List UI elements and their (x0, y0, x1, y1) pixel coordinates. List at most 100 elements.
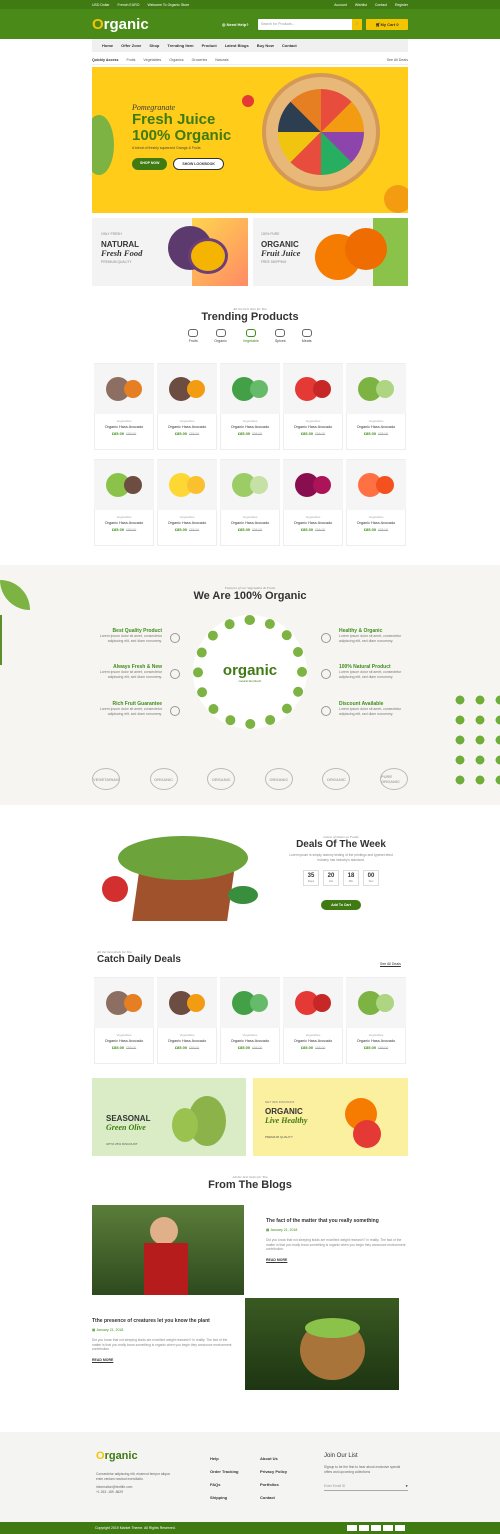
quick-item[interactable]: Organics (169, 58, 183, 62)
product-name[interactable]: Organic Hass Avocado (294, 1039, 333, 1043)
nav-item[interactable]: Latest Blogs (225, 43, 249, 48)
footer-link[interactable]: Contact (260, 1495, 287, 1500)
product-name[interactable]: Organic Hass Avocado (231, 425, 270, 429)
product-image[interactable] (94, 460, 154, 510)
nav-item[interactable]: Trending Item (167, 43, 193, 48)
product-card[interactable]: Vegetables Organic Hass Avocado £85.00 £9… (94, 977, 154, 1064)
footer-link[interactable]: About Us (260, 1456, 287, 1461)
blog-title[interactable]: The fact of the matter that you really s… (266, 1218, 406, 1224)
product-image[interactable] (346, 978, 406, 1028)
cart-button[interactable]: 🛒︎ My Cart 0 (366, 19, 408, 30)
product-card[interactable]: Vegetables Organic Hass Avocado £85.00 £9… (220, 459, 280, 546)
product-card[interactable]: Vegetables Organic Hass Avocado £85.00 £9… (157, 977, 217, 1064)
register-link[interactable]: Register (395, 3, 408, 7)
contact-link[interactable]: Contact (375, 3, 387, 7)
product-card[interactable]: Vegetables Organic Hass Avocado £85.00 £9… (220, 363, 280, 450)
footer-link[interactable]: Help (210, 1456, 238, 1461)
product-card[interactable]: Vegetables Organic Hass Avocado £85.00 £9… (157, 459, 217, 546)
add-to-cart-button[interactable]: Add To Cart (321, 900, 361, 910)
nav-item[interactable]: Contact (282, 43, 297, 48)
product-card[interactable]: Vegetables Organic Hass Avocado £85.00 £9… (283, 459, 343, 546)
product-name[interactable]: Organic Hass Avocado (357, 521, 396, 525)
tab-organic[interactable]: Organic (214, 329, 227, 343)
product-image[interactable] (157, 978, 217, 1028)
product-card[interactable]: Vegetables Organic Hass Avocado £85.00 £9… (94, 459, 154, 546)
product-image[interactable] (220, 364, 280, 414)
send-icon[interactable]: ➤ (405, 1484, 408, 1488)
product-card[interactable]: Vegetables Organic Hass Avocado £85.00 £9… (283, 363, 343, 450)
see-all-deals-link[interactable]: See All Deals (387, 58, 408, 62)
product-card[interactable]: Vegetables Organic Hass Avocado £85.00 £9… (346, 363, 406, 450)
product-image[interactable] (220, 978, 280, 1028)
product-image[interactable] (94, 364, 154, 414)
nav-item[interactable]: Buy Now (257, 43, 274, 48)
see-all-deals-link[interactable]: See All Deals (380, 962, 401, 966)
product-image[interactable] (220, 460, 280, 510)
product-name[interactable]: Organic Hass Avocado (357, 1039, 396, 1043)
product-name[interactable]: Organic Hass Avocado (168, 425, 207, 429)
product-name[interactable]: Organic Hass Avocado (168, 1039, 207, 1043)
logo[interactable]: Organic (92, 16, 149, 33)
product-image[interactable] (283, 978, 343, 1028)
product-name[interactable]: Organic Hass Avocado (168, 521, 207, 525)
banner-natural-food[interactable]: ONLY FRESH NATURAL Fresh Food PREMIUM QU… (92, 218, 248, 286)
product-image[interactable] (346, 460, 406, 510)
product-name[interactable]: Organic Hass Avocado (231, 1039, 270, 1043)
newsletter-email-input[interactable]: Enter Email ID ➤ (324, 1484, 408, 1491)
search-button[interactable]: ⌕ (352, 19, 362, 30)
read-more-link[interactable]: READ MORE (266, 1258, 406, 1262)
product-image[interactable] (94, 978, 154, 1028)
quick-item[interactable]: Naturals (215, 58, 228, 62)
product-card[interactable]: Vegetables Organic Hass Avocado £85.00 £9… (94, 363, 154, 450)
quick-item[interactable]: Vegetables (143, 58, 161, 62)
show-lookbook-button[interactable]: SHOW LOOKBOOK (173, 158, 224, 170)
product-name[interactable]: Organic Hass Avocado (231, 521, 270, 525)
nav-item[interactable]: Shop (149, 43, 159, 48)
currency-select[interactable]: USD Dollar (92, 3, 110, 7)
product-card[interactable]: Vegetables Organic Hass Avocado £85.00 £9… (283, 977, 343, 1064)
footer-link[interactable]: Shipping (210, 1495, 238, 1500)
promo-live-healthy[interactable]: GET 30% DISCOUNT ORGANIC Live Healthy PR… (253, 1078, 408, 1156)
language-select[interactable]: French EURO (118, 3, 140, 7)
quick-item[interactable]: Fruits (126, 58, 135, 62)
product-image[interactable] (157, 364, 217, 414)
tab-vegetable[interactable]: Vegetable (243, 329, 259, 343)
product-card[interactable]: Vegetables Organic Hass Avocado £85.00 £9… (220, 977, 280, 1064)
product-name[interactable]: Organic Hass Avocado (105, 1039, 144, 1043)
product-name[interactable]: Organic Hass Avocado (294, 521, 333, 525)
tab-spices[interactable]: Spices (275, 329, 286, 343)
product-image[interactable] (283, 460, 343, 510)
footer-link[interactable]: Privacy Policy (260, 1469, 287, 1474)
nav-item[interactable]: Product (202, 43, 217, 48)
product-card[interactable]: Vegetables Organic Hass Avocado £85.00 £9… (346, 977, 406, 1064)
product-card[interactable]: Vegetables Organic Hass Avocado £85.00 £9… (157, 363, 217, 450)
help-link[interactable]: ◎ Need Help? (222, 22, 249, 27)
read-more-link[interactable]: READ MORE (92, 1358, 232, 1362)
account-link[interactable]: Account (334, 3, 347, 7)
blog-image-basket[interactable] (245, 1298, 399, 1390)
product-name[interactable]: Organic Hass Avocado (105, 521, 144, 525)
search-input[interactable]: Search for Products... ⌕ (258, 19, 362, 30)
nav-item[interactable]: Home (102, 43, 113, 48)
quick-item[interactable]: Groceries (192, 58, 208, 62)
promo-green-olive[interactable]: SEASONAL Green Olive UPTO 25% DISCOUNT (92, 1078, 246, 1156)
wishlist-link[interactable]: Wishlist (355, 3, 367, 7)
product-name[interactable]: Organic Hass Avocado (105, 425, 144, 429)
product-name[interactable]: Organic Hass Avocado (357, 425, 396, 429)
product-card[interactable]: Vegetables Organic Hass Avocado £85.00 £9… (346, 459, 406, 546)
product-name[interactable]: Organic Hass Avocado (294, 425, 333, 429)
footer-link[interactable]: FAQs (210, 1482, 238, 1487)
footer-link[interactable]: Portfolios (260, 1482, 287, 1487)
tab-fruits[interactable]: Fruits (188, 329, 199, 343)
footer-link[interactable]: Order Tracking (210, 1469, 238, 1474)
blog-image-farmer[interactable] (92, 1205, 244, 1295)
shop-now-button[interactable]: SHOP NOW (132, 158, 168, 170)
product-image[interactable] (157, 460, 217, 510)
tab-meats[interactable]: Meats (301, 329, 312, 343)
blog-title[interactable]: Tthe presence of creatures let you know … (92, 1318, 232, 1324)
product-image[interactable] (283, 364, 343, 414)
nav-item[interactable]: Offer Zone (121, 43, 141, 48)
product-image[interactable] (346, 364, 406, 414)
banner-fruit-juice[interactable]: 100% PURE ORGANIC Fruit Juice FREE SHIPP… (253, 218, 408, 286)
footer-logo[interactable]: Organic (96, 1450, 138, 1462)
